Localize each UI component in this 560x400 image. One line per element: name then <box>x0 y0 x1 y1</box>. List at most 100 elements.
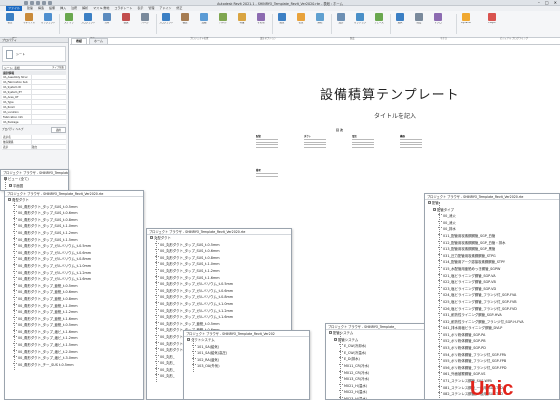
apply-button[interactable]: 適用 <box>50 127 66 133</box>
tree-item[interactable]: 00_丸形ダクト_タップ_SUS_t-1.0mm <box>147 261 291 268</box>
tree-item[interactable]: 101_SA(給気(高圧) <box>184 350 309 357</box>
tree-item[interactable]: 102_RA(還気) <box>184 357 309 364</box>
tree-item[interactable]: 032_耐熱性ライニング鋼管_フランジ付_SGP-H-FVA <box>425 319 559 326</box>
tree-item[interactable]: M021_H(温水) <box>326 383 430 390</box>
tree-item[interactable]: M012_CR(冷水) <box>326 370 430 377</box>
collapse-icon[interactable]: − <box>433 207 436 211</box>
tree-item[interactable]: 00_丸形ダクト_タップ_ガルバリウム_t-1.0mm <box>147 301 291 308</box>
tree-item[interactable]: 00_消火 <box>425 213 559 220</box>
tree-group[interactable]: −配管システム <box>326 337 430 344</box>
tree-item[interactable]: M022_H(温水) <box>326 389 430 396</box>
tree-item[interactable]: E_CW(冷却水) <box>326 343 430 350</box>
ribbon-button[interactable]: パージ <box>138 13 152 35</box>
tree-item[interactable]: 00_角形ダクト_タップ_SUS_t-1.5mm <box>5 237 143 244</box>
tree-item[interactable]: 00_排水 <box>425 226 559 233</box>
ribbon-button[interactable]: 設備 <box>197 13 211 35</box>
ribbon-button[interactable]: Dynamo <box>459 13 473 35</box>
ribbon-button[interactable]: 照会 <box>412 13 426 35</box>
tree-item[interactable]: 00_角形ダクト_タップ_ガルバリウム_t-1.2mm <box>5 270 143 277</box>
tree-item[interactable]: E_D(排水) <box>326 356 430 363</box>
tree-item[interactable]: 00_角形ダクト_タップ_SUS_t-0.5mm <box>5 204 143 211</box>
tree-item[interactable]: 00_角形ダクト_タップ_SUS_t-1.0mm <box>5 223 143 230</box>
tree-item[interactable]: M023_H(温水) <box>326 396 430 399</box>
ribbon-button[interactable]: 位置 <box>294 13 308 35</box>
ribbon-button[interactable]: オブジェクト <box>41 13 55 35</box>
tree-item[interactable]: 052_ポリ粉体鋼管_SGP-PB <box>425 338 559 345</box>
tree-item[interactable]: 00_角形ダクト_タップ_ガルバリウム_t-0.8mm <box>5 256 143 263</box>
tree-item[interactable]: 053_ポリ粉体鋼管_SGP-PD <box>425 345 559 352</box>
tree-group[interactable]: −配管タイプ <box>425 207 559 214</box>
ribbon-button[interactable]: フェーズ <box>372 13 386 35</box>
collapse-icon[interactable]: − <box>428 201 431 204</box>
collapse-icon[interactable]: − <box>187 338 190 341</box>
tree-item[interactable]: 024_塩ビライニング鋼管_フランジ付_SGP-FVA <box>425 292 559 299</box>
tree-item[interactable]: 00_丸形ダクト_タップ_ガルバリウム_t-0.5mm <box>147 281 291 288</box>
collapse-icon[interactable]: − <box>8 198 11 201</box>
tree-item[interactable]: 00_丸形ダクト_タップ_ガルバリウム_t-0.6mm <box>147 288 291 295</box>
tree-item[interactable]: 022_塩ビライニング鋼管_SGP-VB <box>425 279 559 286</box>
ribbon-button[interactable]: 荷重 <box>235 13 249 35</box>
tree-item[interactable]: 012_配管用炭素鋼鋼管_SGP_白管・排水 <box>425 240 559 247</box>
tree-item[interactable]: 00_角形ダクト_タップ_SUS_t-0.6mm <box>5 210 143 217</box>
tree-item[interactable]: 00_角形ダクト_タップ_亜鉛_t-0.5mm <box>5 283 143 290</box>
tree-item[interactable]: M011_CR(冷水) <box>326 363 430 370</box>
tree-root[interactable]: −配管 <box>425 200 559 207</box>
tree-item[interactable]: 00_角形ダクト_タップ_亜鉛_t-0.5mm <box>5 322 143 329</box>
tree-item[interactable]: 00_丸形ダクト_タップ_SUS_t-0.8mm <box>147 255 291 262</box>
ribbon-button[interactable]: 座標 <box>313 13 327 35</box>
ribbon-button[interactable]: プロジェクト <box>81 13 95 35</box>
tree-item[interactable]: 00_丸形ダクト_タップ_SUS_t-1.2mm <box>147 268 291 275</box>
expand-icon[interactable]: + <box>9 183 12 187</box>
tree-item[interactable]: 013_配管用炭素鋼鋼管_SGP_黒管 <box>425 246 559 253</box>
ribbon-button[interactable]: オプション <box>353 13 367 35</box>
tree-item[interactable]: 00_角形ダクト_タップ_塩ビ_t-1.6mm <box>5 329 143 336</box>
ribbon-button[interactable]: 設計 <box>334 13 348 35</box>
tree-root[interactable]: −配管システム <box>326 330 430 337</box>
tree-item[interactable]: 00_角形ダクト_チー_SUS t-0.5mm <box>5 362 143 369</box>
tree-item[interactable]: 00_丸形ダクト_タップ_SUS_t-0.5mm <box>147 242 291 249</box>
property-value[interactable]: 独立 <box>32 145 37 149</box>
tree-root[interactable]: −角型ダクト <box>5 197 143 204</box>
tree-item[interactable]: 00_角形ダクト_タップ_亜鉛_t-1.6mm <box>5 316 143 323</box>
tree-item[interactable]: 056_ポリ粉体鋼管_フランジ付_SGP-FPD <box>425 365 559 372</box>
ribbon-button[interactable]: マテリアル <box>22 13 36 35</box>
tree-item[interactable]: 00_丸形ダクト_タップ_ガルバリウム_t-1.2mm <box>147 308 291 315</box>
tree-item[interactable]: −ビュー (全て) <box>1 176 68 183</box>
ribbon-button[interactable]: Player <box>485 13 499 35</box>
tree-item[interactable]: 031_圧力配管用炭素鋼鋼管_STPG <box>425 253 559 260</box>
tree-item[interactable]: +平面図 <box>1 183 68 190</box>
ribbon-button[interactable]: 修正 <box>3 13 17 35</box>
tree-item[interactable]: 00_丸形ダクト_タップ_ガルバリウム_t-0.8mm <box>147 294 291 301</box>
edit-type-button[interactable]: タイプ編集 <box>52 66 64 70</box>
tree-item[interactable]: 00_丸形ダクト_タップ_SUS_t-1.6mm <box>147 275 291 282</box>
property-row[interactable]: VA_Package <box>2 120 66 125</box>
tree-root[interactable]: −ダクトシステム <box>184 337 309 344</box>
ribbon-button[interactable]: マクロ <box>431 13 445 35</box>
ribbon-button[interactable]: 選択 <box>393 13 407 35</box>
tree-item[interactable]: 023_塩ビライニング鋼管_SGP-VD <box>425 286 559 293</box>
tree-item[interactable]: 011_配管用炭素鋼鋼管_SGP_白管 <box>425 233 559 240</box>
tree-item[interactable]: 00_角形ダクト_タップ_SUS_t-1.2mm <box>5 230 143 237</box>
collapse-icon[interactable]: − <box>150 236 153 239</box>
tree-item[interactable]: 015_水配管用亜鉛めっき鋼管_SGPW <box>425 266 559 273</box>
ribbon-button[interactable]: プロジェクト <box>159 13 173 35</box>
tree-item[interactable]: 00_角形ダクト_タップ_ガルバリウム_t-0.5mm <box>5 243 143 250</box>
tree-item[interactable]: 055_ポリ粉体鋼管_フランジ付_SGP-FPB <box>425 358 559 365</box>
tree-item[interactable]: 014_配管用アーク溶接炭素鋼鋼管_STPY <box>425 259 559 266</box>
tree-item[interactable]: 00_丸形ダクト_タップ_ガルバリウム_t-1.6mm <box>147 314 291 321</box>
tree-item[interactable]: 00_角形ダクト_タップ_塩ビ_t-2.0mm <box>5 349 143 356</box>
tree-item[interactable]: 00_角形ダクト_タップ_亜鉛_t-0.6mm <box>5 289 143 296</box>
tree-item[interactable]: 00_角形ダクト_タップ_塩ビ_t-1.5mm <box>5 342 143 349</box>
tree-item[interactable]: 054_ポリ粉体鋼管_フランジ付_SGP-FPA <box>425 352 559 359</box>
collapse-icon[interactable]: − <box>334 337 337 341</box>
tree-item[interactable]: M013_CR(冷水) <box>326 376 430 383</box>
tree-item[interactable]: 00_消火 <box>425 220 559 227</box>
ribbon-button[interactable]: 構造 <box>178 13 192 35</box>
tree-item[interactable]: 026_塩ビライニング鋼管_フランジ付_SGP-FVD <box>425 306 559 313</box>
tree-item[interactable]: 00_角形ダクト_タップ_亜鉛_t-0.8mm <box>5 296 143 303</box>
tree-item[interactable]: 00_角形ダクト_タップ_ガルバリウム_t-1.0mm <box>5 263 143 270</box>
tree-root[interactable]: −丸型ダクト <box>147 235 291 242</box>
tree-item[interactable]: 103_OA(外気) <box>184 363 309 370</box>
tree-item[interactable]: E_CW(冷温水) <box>326 350 430 357</box>
ribbon-button[interactable]: スナップ <box>62 13 76 35</box>
